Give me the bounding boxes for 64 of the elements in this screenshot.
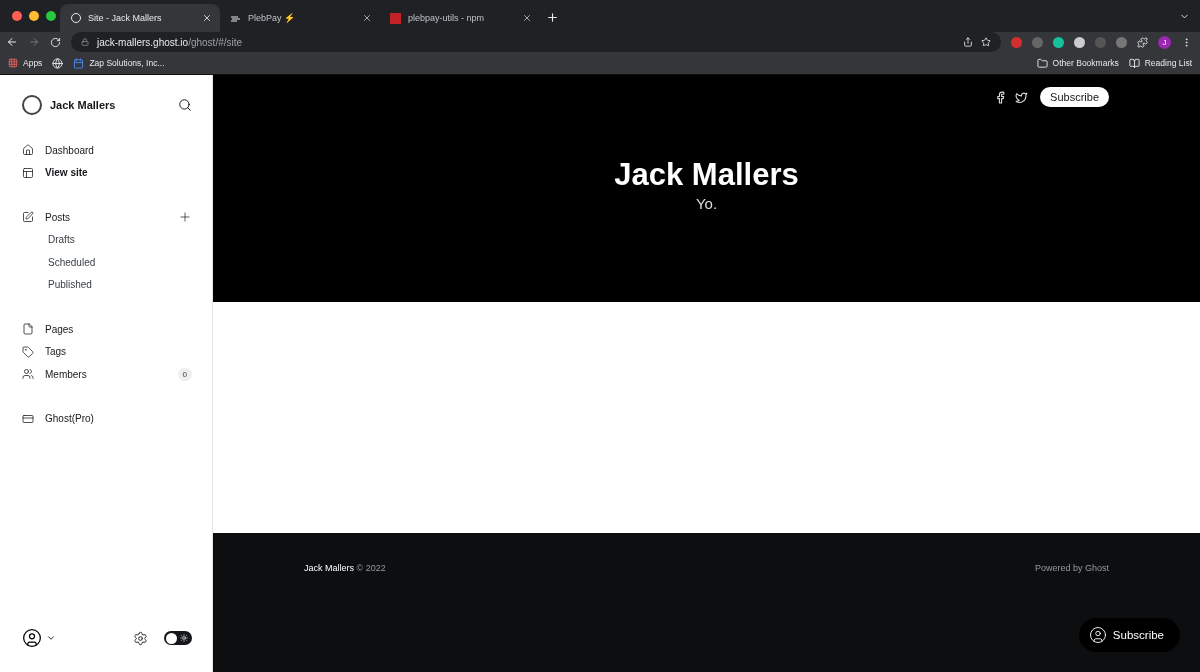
nav-item[interactable]: Ghost(Pro) [45, 413, 192, 425]
close-icon[interactable] [202, 13, 212, 23]
nav-item[interactable]: Members [45, 368, 167, 380]
nav-subitem[interactable]: Drafts [48, 234, 75, 246]
zoom-window-button[interactable] [46, 11, 56, 21]
lock-icon [81, 38, 89, 46]
puzzle-icon[interactable] [1137, 36, 1148, 48]
close-icon[interactable] [362, 13, 372, 23]
site-description: Yo. [695, 195, 718, 212]
apps-grid-icon [8, 58, 18, 68]
nav-subitem[interactable]: Published [48, 279, 92, 291]
user-avatar-icon[interactable] [22, 628, 42, 648]
bookmark[interactable]: Apps [23, 58, 43, 68]
home-icon [22, 144, 34, 157]
profile-avatar[interactable]: J [1158, 35, 1171, 49]
count-badge: 0 [177, 367, 192, 381]
nav-item[interactable]: View site [45, 167, 192, 179]
search-icon[interactable] [178, 98, 192, 112]
site-logo-icon [22, 95, 42, 115]
site-title[interactable]: Jack Mallers [50, 99, 170, 111]
extension-icon[interactable] [1074, 36, 1085, 48]
new-tab-icon[interactable] [546, 11, 559, 24]
browser-tab[interactable]: Site - Jack Mallers [60, 4, 220, 32]
nav-item[interactable]: Posts [45, 211, 167, 223]
address-bar[interactable]: jack-mallers.ghost.io/ghost/#/site [71, 32, 1001, 52]
user-icon [1088, 626, 1107, 644]
tag-icon [22, 345, 34, 358]
close-window-button[interactable] [12, 11, 22, 21]
star-icon[interactable] [981, 37, 991, 47]
globe-icon [52, 57, 64, 69]
bookmark[interactable]: Zap Solutions, Inc... [89, 58, 165, 68]
reading-list-icon [1128, 57, 1140, 69]
extension-icon[interactable] [1053, 36, 1064, 48]
back-icon[interactable] [6, 36, 18, 48]
theme-toggle[interactable] [164, 631, 192, 645]
settings-icon[interactable] [133, 630, 148, 646]
layout-icon [22, 166, 34, 179]
nav-item[interactable]: Pages [45, 323, 192, 335]
share-icon[interactable] [963, 37, 973, 47]
bookmark[interactable]: Reading List [1144, 58, 1192, 68]
browser-tab[interactable]: plebpay-utils - npm [380, 4, 540, 32]
calendar-icon [73, 57, 85, 69]
nav-item[interactable]: Dashboard [45, 144, 192, 156]
folder-icon [1036, 57, 1048, 69]
nav-item[interactable]: Tags [45, 346, 192, 358]
card-icon [22, 412, 34, 425]
minimize-window-button[interactable] [29, 11, 39, 21]
close-icon[interactable] [522, 13, 532, 23]
reload-icon[interactable] [50, 36, 61, 48]
npm-logo-icon [390, 12, 401, 24]
twitter-icon[interactable] [1015, 90, 1029, 104]
portal-subscribe-button[interactable]: Subscribe [1078, 618, 1180, 652]
powered-by-link[interactable]: Powered by Ghost [1034, 563, 1109, 573]
chevron-down-icon[interactable] [46, 633, 56, 643]
sun-icon [180, 634, 188, 642]
copyright-text: Jack Mallers © 2022 [304, 563, 386, 573]
people-icon [22, 368, 34, 381]
browser-tab[interactable]: PlebPay ⚡ [220, 4, 380, 32]
bookmark[interactable]: Other Bookmarks [1052, 58, 1119, 68]
pen-icon [22, 211, 34, 224]
site-title: Jack Mallers [614, 157, 799, 193]
page-icon [22, 323, 34, 336]
nav-subitem[interactable]: Scheduled [48, 256, 96, 268]
subscribe-button[interactable]: Subscribe [1040, 87, 1109, 107]
